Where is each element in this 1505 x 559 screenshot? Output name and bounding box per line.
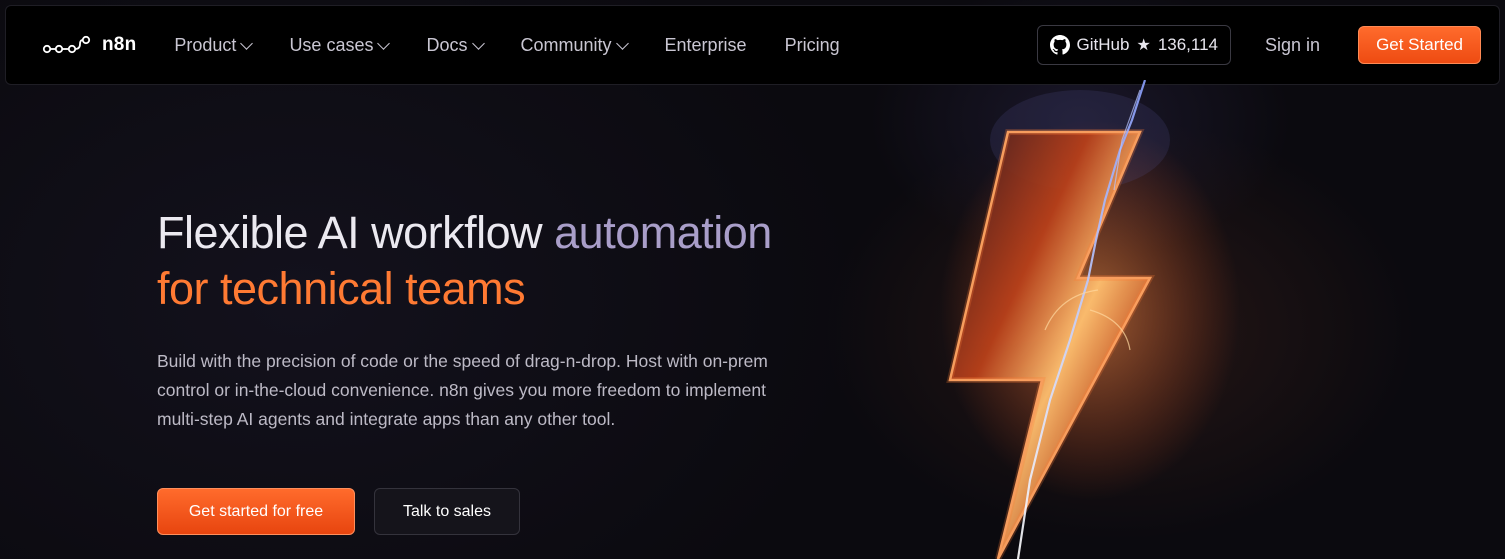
sign-in-link[interactable]: Sign in <box>1265 35 1320 56</box>
chevron-down-icon <box>377 36 391 50</box>
nav-item-label: Community <box>520 34 612 55</box>
chevron-down-icon <box>471 36 485 50</box>
talk-to-sales-button[interactable]: Talk to sales <box>374 488 520 535</box>
github-label: GitHub <box>1076 35 1130 54</box>
page: n8n Product Use cases Docs Community Ent… <box>0 0 1505 559</box>
github-stars-button[interactable]: GitHub ★ 136,114 <box>1036 25 1232 65</box>
chevron-down-icon <box>615 36 629 50</box>
get-started-free-button[interactable]: Get started for free <box>157 488 355 535</box>
nav-item-label: Enterprise <box>664 34 747 55</box>
nav-item-docs[interactable]: Docs <box>426 34 485 56</box>
hero-title-line2: for technical teams <box>157 263 526 314</box>
brand-name: n8n <box>102 34 137 55</box>
github-star-count: 136,114 <box>1157 35 1219 54</box>
nav-item-label: Use cases <box>289 34 374 55</box>
hero-cta-row: Get started for free Talk to sales <box>157 488 520 535</box>
hero-title-part1: Flexible AI workflow <box>157 207 555 258</box>
n8n-logo-icon <box>42 35 91 54</box>
star-icon: ★ <box>1136 37 1151 54</box>
nav-item-community[interactable]: Community <box>520 34 629 56</box>
hero-title-highlight: automation <box>554 207 772 258</box>
nav-links: Product Use cases Docs Community Enterpr… <box>174 35 877 56</box>
nav-item-use-cases[interactable]: Use cases <box>289 34 391 56</box>
hero-title: Flexible AI workflow automation for techn… <box>157 205 857 317</box>
nav-item-label: Docs <box>426 34 468 55</box>
nav-item-enterprise[interactable]: Enterprise <box>665 35 747 56</box>
hero: Flexible AI workflow automation for techn… <box>157 205 857 434</box>
top-navbar: n8n Product Use cases Docs Community Ent… <box>5 5 1500 85</box>
get-started-button[interactable]: Get Started <box>1358 26 1481 64</box>
chevron-down-icon <box>240 36 254 50</box>
lightning-bolt-graphic <box>940 80 1240 559</box>
nav-item-label: Product <box>174 34 237 55</box>
nav-right: GitHub ★ 136,114 Sign in Get Started <box>1036 25 1481 65</box>
github-icon <box>1049 35 1070 55</box>
nav-item-product[interactable]: Product <box>174 34 254 56</box>
brand-logo[interactable]: n8n <box>42 34 136 56</box>
nav-item-label: Pricing <box>784 34 840 55</box>
hero-description: Build with the precision of code or the … <box>157 351 768 429</box>
nav-item-pricing[interactable]: Pricing <box>785 35 840 56</box>
